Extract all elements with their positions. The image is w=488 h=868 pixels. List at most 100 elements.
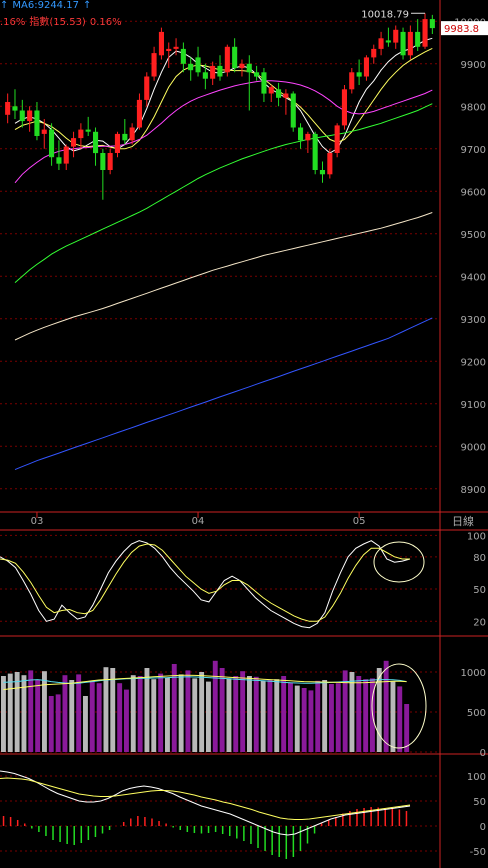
volume-bar <box>267 680 273 752</box>
volume-bar <box>158 673 164 752</box>
volume-bar <box>253 676 259 752</box>
volume-bar <box>96 683 102 752</box>
y-tick-label: 0 <box>480 748 486 759</box>
candle-body <box>385 40 391 43</box>
candle-body <box>246 63 252 73</box>
candle-body <box>217 65 223 77</box>
volume-bar <box>260 680 266 752</box>
volume-bar <box>247 676 252 752</box>
candle-body <box>349 72 355 90</box>
y-tick-label: 9300 <box>461 315 486 326</box>
candle-body <box>27 110 33 122</box>
y-tick-label: 100 <box>467 531 486 542</box>
price-ma-line <box>14 37 433 154</box>
volume-bar <box>192 678 198 752</box>
volume-bar <box>397 686 403 752</box>
candle-body <box>107 153 113 170</box>
candle-body <box>100 153 106 170</box>
price-ma-line <box>14 80 433 184</box>
volume-bar <box>240 671 246 752</box>
candle-body <box>378 38 384 49</box>
candle-body <box>298 127 304 141</box>
price-ma-line <box>14 212 433 341</box>
candle-body <box>261 72 267 94</box>
y-tick-label: 9600 <box>461 187 486 198</box>
price-ma-line <box>14 317 433 471</box>
y-tick-label: 9400 <box>461 272 486 283</box>
candle-body <box>210 65 216 79</box>
y-tick-label: 80 <box>473 553 486 564</box>
volume-bar <box>35 680 41 752</box>
y-tick-label: 9500 <box>461 230 486 241</box>
volume-bar <box>117 683 123 752</box>
y-tick-label: 50 <box>473 585 486 596</box>
macd-line <box>0 777 411 820</box>
volume-bar <box>226 678 232 752</box>
candle-body <box>114 133 120 153</box>
y-tick-label: 0 <box>480 822 486 833</box>
volume-bar <box>124 689 129 752</box>
candle-body <box>34 110 40 136</box>
y-tick-label: 8900 <box>461 485 486 496</box>
price-ma-line <box>14 47 433 150</box>
candle-body <box>151 53 157 77</box>
candle-body <box>341 89 347 126</box>
volume-bar <box>89 680 95 752</box>
volume-bar <box>144 668 150 752</box>
candle-body <box>422 19 428 47</box>
y-tick-label: 1000 <box>461 668 486 679</box>
candle-body <box>356 72 362 77</box>
volume-bar <box>48 696 54 752</box>
y-tick-label: 9800 <box>461 102 486 113</box>
last-price-label: 9983.8 <box>444 24 479 35</box>
volume-bar <box>329 684 334 752</box>
candle-body <box>195 57 201 73</box>
volume-bar <box>383 660 389 752</box>
volume-bar <box>219 668 225 752</box>
macd-line <box>0 770 411 836</box>
volume-bar <box>83 696 88 752</box>
volume-bar <box>206 681 211 752</box>
y-tick-label: 9200 <box>461 357 486 368</box>
price-ma-line <box>14 103 433 283</box>
candle-body <box>56 157 62 164</box>
candle-body <box>283 93 289 98</box>
volume-bar <box>28 670 34 752</box>
volume-bar <box>335 683 341 752</box>
candle-body <box>290 93 296 128</box>
volume-bar <box>349 672 355 752</box>
candle-body <box>136 99 142 128</box>
candle-body <box>122 133 128 141</box>
candle-body <box>224 46 230 73</box>
candle-body <box>188 63 194 71</box>
candle-body <box>276 89 282 98</box>
volume-bar <box>42 671 47 752</box>
volume-bar <box>76 674 82 752</box>
candle-body <box>144 76 150 100</box>
candle-body <box>71 138 77 147</box>
x-tick-label: 05 <box>353 516 366 527</box>
volume-bar <box>14 672 20 752</box>
candle-body <box>12 106 18 111</box>
volume-bar <box>390 681 396 752</box>
candle-body <box>173 46 179 49</box>
candle-body <box>371 48 377 58</box>
period-label: 日線 <box>452 514 474 528</box>
volume-bar <box>363 679 369 752</box>
volume-bar <box>322 680 328 752</box>
volume-bar <box>212 660 218 752</box>
volume-bar <box>165 677 170 752</box>
volume-bar <box>178 674 184 752</box>
volume-bar <box>130 675 136 752</box>
candle-body <box>202 72 208 79</box>
volume-bar <box>315 680 321 752</box>
candle-body <box>180 48 186 64</box>
volume-bar <box>281 676 287 752</box>
candle-body <box>63 146 69 164</box>
candle-body <box>158 31 164 56</box>
y-tick-label: 9100 <box>461 400 486 411</box>
volume-bar <box>137 676 143 752</box>
candle-body <box>400 31 406 56</box>
volume-bar <box>199 672 205 752</box>
candle-body <box>93 131 99 154</box>
